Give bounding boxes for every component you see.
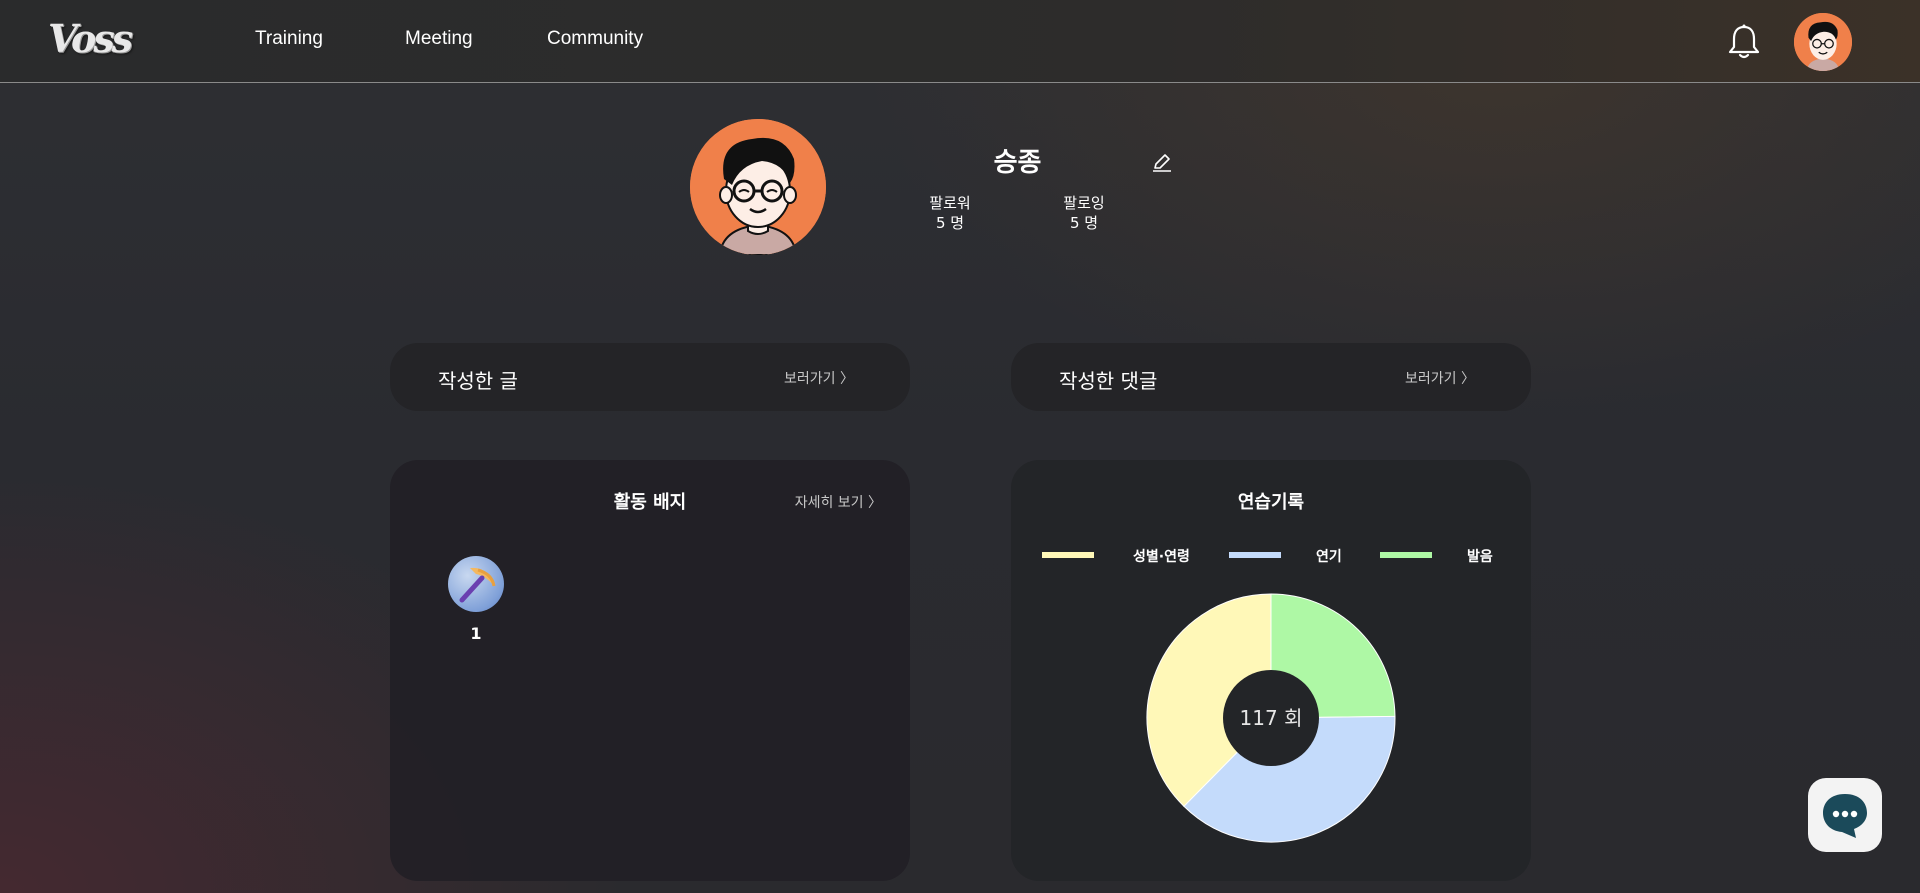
nav-community[interactable]: Community	[547, 28, 643, 50]
my-posts-title: 작성한 글	[438, 369, 518, 393]
followers-label: 팔로워	[929, 194, 971, 212]
following-value: 5 명	[1069, 214, 1099, 232]
chat-button[interactable]	[1808, 778, 1882, 852]
top-navbar: Voss Training Meeting Community	[0, 0, 1920, 83]
pickaxe-badge-icon[interactable]	[448, 556, 504, 612]
following-label: 팔로잉	[1063, 194, 1105, 212]
badges-detail-link[interactable]: 자세히 보기 〉	[795, 492, 882, 512]
edit-icon[interactable]	[1151, 151, 1173, 173]
logo[interactable]: Voss	[48, 16, 133, 66]
nav-meeting[interactable]: Meeting	[405, 28, 473, 50]
nav-training[interactable]: Training	[255, 28, 323, 50]
badge-count: 1	[470, 624, 482, 643]
practice-title: 연습기록	[1237, 492, 1305, 513]
user-avatar[interactable]	[1794, 13, 1852, 71]
legend-swatch-acting	[1229, 552, 1281, 558]
my-posts-card: 작성한 글 보러가기 〉	[390, 343, 910, 411]
followers-value: 5 명	[935, 214, 965, 232]
legend-label-pronunciation: 발음	[1467, 549, 1493, 565]
profile-avatar	[690, 119, 826, 255]
legend-swatch-gender-age	[1042, 552, 1094, 558]
practice-donut-chart: 117 회	[1146, 593, 1396, 843]
followers-stat[interactable]: 팔로워 5 명	[910, 193, 990, 233]
legend-swatch-pronunciation	[1380, 552, 1432, 558]
my-comments-title: 작성한 댓글	[1059, 369, 1158, 393]
donut-center-label: 117 회	[1240, 706, 1303, 730]
practice-record-card: 연습기록 성별·연령 연기 발음 117 회	[1011, 460, 1531, 881]
my-comments-card: 작성한 댓글 보러가기 〉	[1011, 343, 1531, 411]
legend-label-gender-age: 성별·연령	[1133, 549, 1190, 565]
activity-badges-card: 활동 배지 자세히 보기 〉 1	[390, 460, 910, 881]
bell-icon[interactable]	[1724, 22, 1764, 62]
legend-label-acting: 연기	[1316, 549, 1342, 565]
chat-icon	[1823, 794, 1867, 838]
following-stat[interactable]: 팔로잉 5 명	[1044, 193, 1124, 233]
profile-name: 승종	[993, 148, 1042, 178]
my-comments-view-link[interactable]: 보러가기 〉	[1405, 368, 1475, 388]
my-posts-view-link[interactable]: 보러가기 〉	[784, 368, 854, 388]
